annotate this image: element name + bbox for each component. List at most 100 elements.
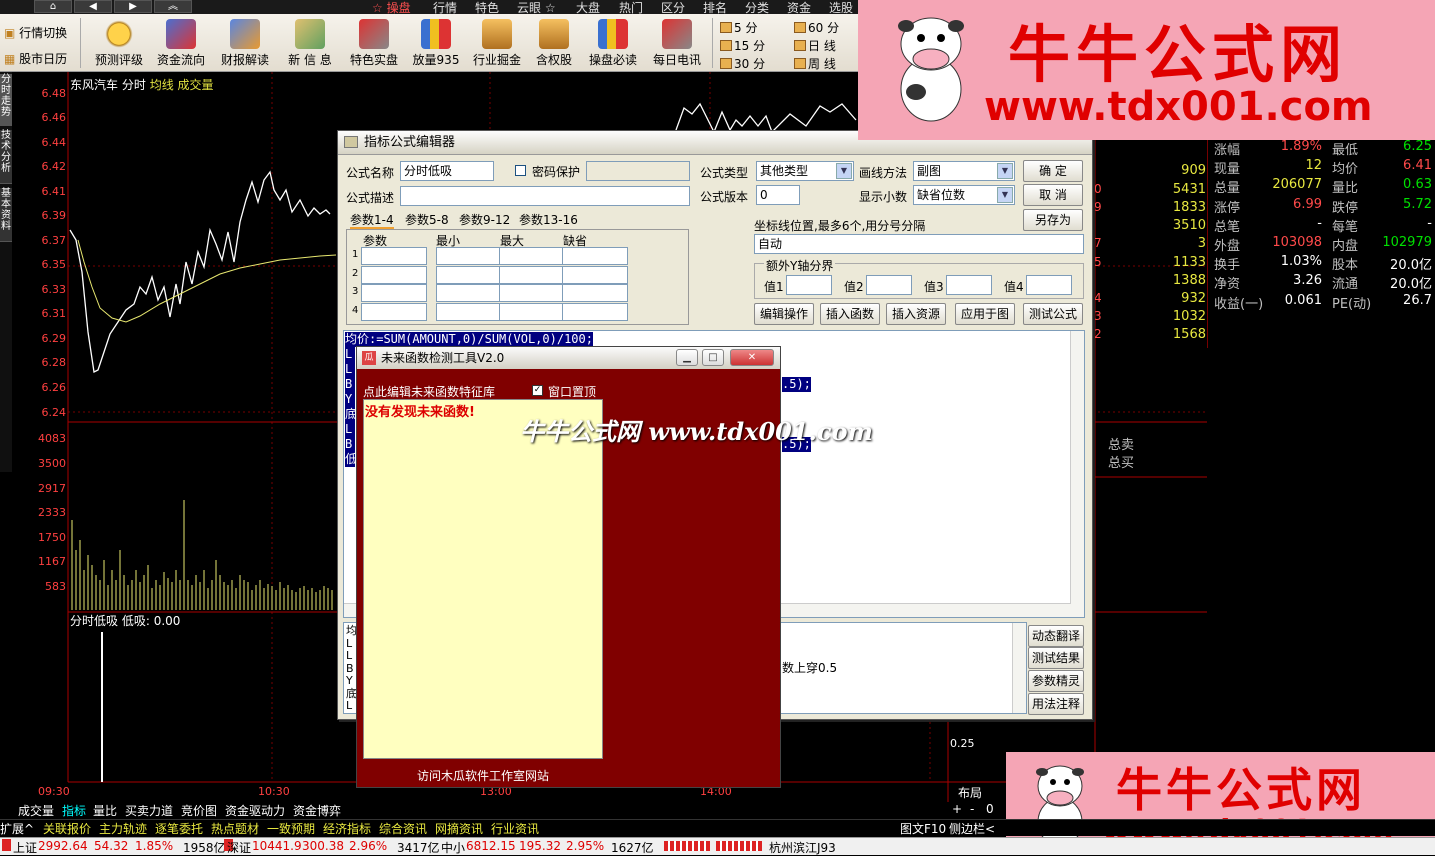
cancel-button[interactable]: 取 消 [1023,184,1083,206]
draw-method-select[interactable]: 副图 ▼ [913,161,1015,181]
tab-fund-drive[interactable]: 资金驱动力 [225,802,285,819]
zoom-zero[interactable]: 0 [986,802,994,816]
tab-volume[interactable]: 成交量 [18,802,54,819]
studio-website-link[interactable]: 访问木瓜软件工作室网站 [417,767,549,784]
feature-trade-button[interactable]: 特色实盘 [343,19,405,71]
param-cell[interactable] [361,284,427,302]
zoom-minus[interactable]: - [970,802,974,816]
period-60min[interactable]: 60 分 [794,19,839,36]
layout-label[interactable]: 布局 [958,784,982,801]
info-tab[interactable]: 扩展^ [0,820,34,837]
tab-params-13-16[interactable]: 参数13-16 [519,211,578,229]
saveas-button[interactable]: 另存为 [1023,209,1083,231]
apply-chart-button[interactable]: 应用于图 [955,303,1015,325]
param-cell[interactable] [436,284,502,302]
password-checkbox[interactable] [515,165,526,176]
formula-type-select[interactable]: 其他类型 ▼ [756,161,854,181]
param-cell[interactable] [436,247,502,265]
minimize-icon[interactable]: ▁ [676,349,698,366]
period-15min[interactable]: 15 分 [720,37,765,54]
tab-indicator[interactable]: 指标 [62,802,86,819]
param-cell[interactable] [361,265,427,284]
must-read-button[interactable]: 操盘必读 [582,19,644,71]
forward-icon[interactable]: ▶ [114,0,152,13]
period-day[interactable]: 日 线 [794,37,836,54]
period-30min[interactable]: 30 分 [720,55,765,72]
param-cell[interactable] [436,265,502,284]
decimal-select[interactable]: 缺省位数 ▼ [913,185,1015,205]
info-tab[interactable]: 网摘资讯 [435,820,483,837]
news-button[interactable]: 新 信 息 [279,19,341,71]
indicator-label: 分时低吸 低吸: 0.00 [70,614,181,628]
param-cell[interactable] [562,265,628,284]
param-cell[interactable] [499,265,565,284]
info-tab[interactable]: 综合资讯 [379,820,427,837]
dynamic-translate-button[interactable]: 动态翻译 [1028,625,1084,647]
toolbar-calendar[interactable]: ▦ 股市日历 [4,50,67,67]
rights-button[interactable]: 含权股 [523,19,585,71]
topmost-checkbox[interactable]: ✓ [532,385,543,396]
param-cell[interactable] [562,284,628,302]
period-5min[interactable]: 5 分 [720,19,757,36]
param-cell[interactable] [361,302,427,321]
yaxis-value-input[interactable] [866,275,912,295]
tab-buy-sell-force[interactable]: 买卖力道 [125,802,173,819]
param-cell[interactable] [499,247,565,265]
back-icon[interactable]: ◀ [74,0,112,13]
info-tab[interactable]: 行业资讯 [491,820,539,837]
insert-resource-button[interactable]: 插入资源 [886,303,946,325]
formula-desc-input[interactable] [400,186,690,206]
param-cell[interactable] [436,302,502,321]
maximize-icon[interactable]: □ [702,349,724,366]
home-icon[interactable]: ⌂ [34,0,72,13]
tab-params-9-12[interactable]: 参数9-12 [459,211,510,229]
tab-params-1-4[interactable]: 参数1-4 [350,211,394,229]
param-cell[interactable] [499,302,565,321]
usage-notes-button[interactable]: 用法注释 [1028,693,1084,715]
fund-flow-button[interactable]: 资金流向 [150,19,212,71]
info-tab[interactable]: 逐笔委托 [155,820,203,837]
test-formula-button[interactable]: 测试公式 [1023,303,1083,325]
insert-function-button[interactable]: 插入函数 [820,303,880,325]
edit-action-button[interactable]: 编辑操作 [754,303,814,325]
translation-scrollbar[interactable] [1012,623,1026,713]
period-week[interactable]: 周 线 [794,55,836,72]
edit-feature-db-link[interactable]: 点此编辑未来函数特征库 [363,383,495,400]
daily-news-button[interactable]: 每日电讯 [646,19,708,71]
sidebar-toggle[interactable]: 侧边栏< [949,820,995,837]
yaxis-value-input[interactable] [786,275,832,295]
param-cell[interactable] [499,284,565,302]
info-tab[interactable]: 经济指标 [323,820,371,837]
param-cell[interactable] [562,302,628,321]
info-tab[interactable]: 关联报价 [43,820,91,837]
param-cell[interactable] [562,247,628,265]
yaxis-value-input[interactable] [1026,275,1072,295]
zoom-plus[interactable]: + [952,802,962,816]
toolbar-switch-quotes[interactable]: ▣ 行情切换 [4,24,67,41]
editor-scrollbar[interactable] [1070,331,1084,617]
forecast-rating-button[interactable]: 预测评级 [88,19,150,71]
tab-auction[interactable]: 竞价图 [181,802,217,819]
coord-input[interactable]: 自动 [754,234,1084,254]
tab-params-5-8[interactable]: 参数5-8 [405,211,449,229]
ok-button[interactable]: 确 定 [1023,160,1083,182]
formula-version-input[interactable]: 0 [756,185,800,205]
info-tab[interactable]: 主力轨迹 [99,820,147,837]
info-tab[interactable]: 一致预期 [267,820,315,837]
formula-name-input[interactable]: 分时低吸 [400,161,494,181]
tab-fund-game[interactable]: 资金博弈 [293,802,341,819]
quote-row: 总笔 - 每笔 - [1214,216,1435,235]
tab-volume-ratio[interactable]: 量比 [93,802,117,819]
close-icon[interactable]: ✕ [730,349,774,366]
test-result-button[interactable]: 测试结果 [1028,647,1084,669]
collapse-icon[interactable]: ︽ [154,0,192,13]
param-wizard-button[interactable]: 参数精灵 [1028,670,1084,692]
password-input[interactable] [586,161,690,181]
report-button[interactable]: 财报解读 [214,19,276,71]
industry-button[interactable]: 行业掘金 [466,19,528,71]
volume935-button[interactable]: 放量935 [405,19,467,71]
info-tab[interactable]: 热点题材 [211,820,259,837]
param-cell[interactable] [361,247,427,265]
f10-button[interactable]: 图文F10 [900,820,946,837]
yaxis-value-input[interactable] [946,275,992,295]
